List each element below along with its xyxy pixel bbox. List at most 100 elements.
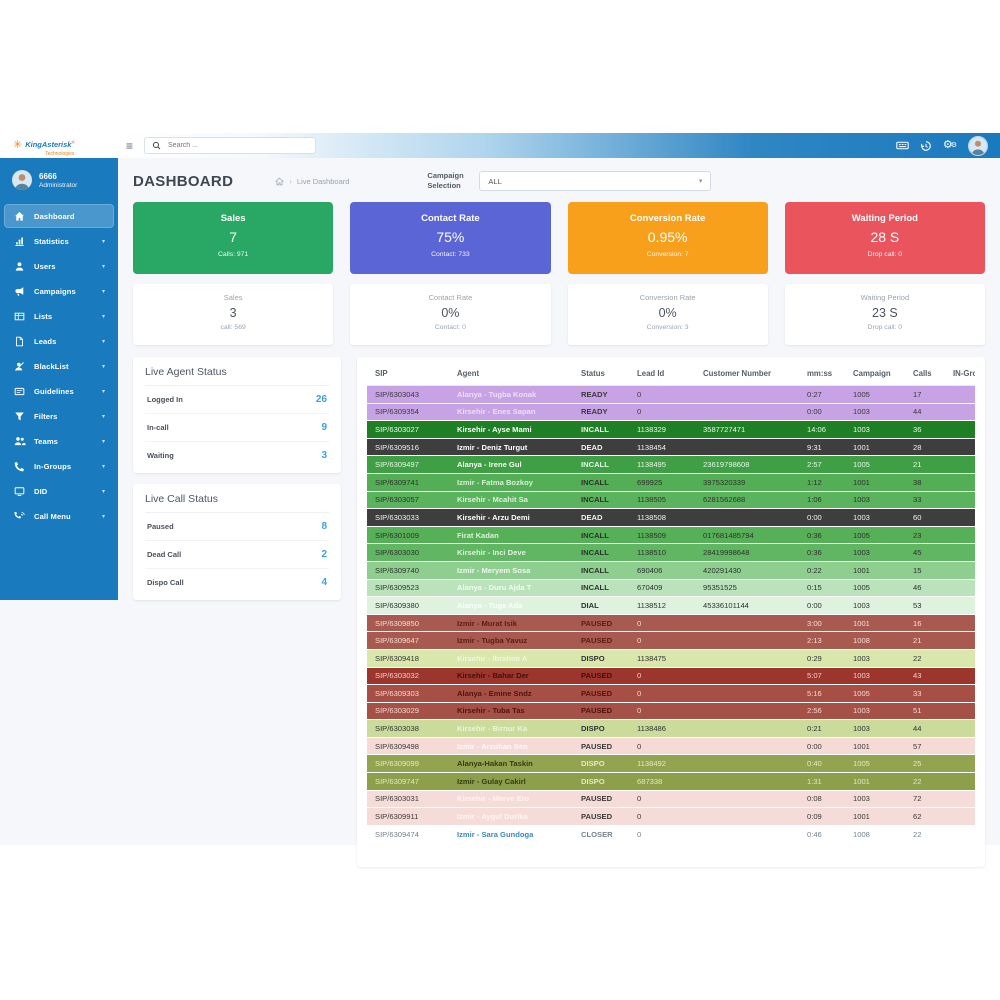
cell-status: READY (577, 407, 633, 416)
live-agent-status-panel: Live Agent Status Logged In 26 In-call 9… (133, 357, 341, 473)
cell-calls: 62 (909, 812, 949, 821)
cell-sip: SIP/6303030 (367, 548, 453, 557)
main-content: DASHBOARD › Live Dashboard Campaign Sele… (118, 158, 1000, 867)
app-window: ✳ KingAsterisk® Technologies ≡ (0, 133, 1000, 845)
cell-sip: SIP/6303033 (367, 513, 453, 522)
table-row[interactable]: SIP/6309418 Kirsehir - Ibrahim A DISPO 1… (367, 650, 975, 668)
cell-lead-id: 0 (633, 619, 699, 628)
history-icon[interactable] (920, 140, 932, 152)
cell-sip: SIP/6309474 (367, 830, 453, 839)
table-row[interactable]: SIP/6309303 Alanya - Emine Sndz PAUSED 0… (367, 685, 975, 703)
app-body: 6666 Administrator Dashboard Statistics … (0, 158, 1000, 845)
table-row[interactable]: SIP/6309747 Izmir - Gulay Cakirl DISPO 6… (367, 773, 975, 791)
hamburger-icon[interactable]: ≡ (126, 140, 133, 152)
chevron-down-icon: ▾ (102, 238, 105, 245)
table-row[interactable]: SIP/6309911 Izmir - Aygul Durlka PAUSED … (367, 808, 975, 826)
table-row[interactable]: SIP/6309741 Izmir - Fatma Bozkoy INCALL … (367, 474, 975, 492)
table-row[interactable]: SIP/6303031 Kirsehir - Merve Ero PAUSED … (367, 791, 975, 809)
settings-icon[interactable]: ⚙⚙ (943, 140, 957, 151)
table-row[interactable]: SIP/6309740 Izmir - Meryem Sosa INCALL 6… (367, 562, 975, 580)
cell-campaign: 1005 (849, 759, 909, 768)
table-row[interactable]: SIP/6303043 Alanya - Tugba Konak READY 0… (367, 386, 975, 404)
live-call-status-panel: Live Call Status Paused 8 Dead Call 2 Di… (133, 484, 341, 600)
cell-calls: 45 (909, 548, 949, 557)
cell-campaign: 1003 (849, 654, 909, 663)
table-row[interactable]: SIP/6309523 Alanya - Duru Ajda T INCALL … (367, 580, 975, 598)
table-row[interactable]: SIP/6309099 Alanya-Hakan Taskin DISPO 11… (367, 755, 975, 773)
table-row[interactable]: SIP/6303029 Kirsehir - Tuba Tas PAUSED 0… (367, 703, 975, 721)
table-row[interactable]: SIP/6303027 Kirsehir - Ayse Mami INCALL … (367, 421, 975, 439)
cell-campaign: 1003 (849, 794, 909, 803)
stat-card: Waiting Period 28 S Drop call: 0 (785, 202, 985, 274)
table-row[interactable]: SIP/6309354 Kirsehir - Enes Sapan READY … (367, 404, 975, 422)
cell-agent: Izmir - Gulay Cakirl (453, 777, 577, 786)
table-row[interactable]: SIP/6303030 Kirsehir - Inci Deve INCALL … (367, 544, 975, 562)
table-row[interactable]: SIP/6309380 Alanya - Tuga Ada DIAL 11385… (367, 597, 975, 615)
sidebar-item[interactable]: Users ▾ (4, 254, 114, 278)
cell-lead-id: 0 (633, 689, 699, 698)
table-row[interactable]: SIP/6303057 Kirsehir - Mcahit Sa INCALL … (367, 492, 975, 510)
sidebar-item[interactable]: DID ▾ (4, 479, 114, 503)
cell-time: 0:00 (803, 601, 849, 610)
panel-row: Logged In 26 (145, 386, 329, 414)
cell-campaign: 1005 (849, 583, 909, 592)
sidebar-item[interactable]: Campaigns ▾ (4, 279, 114, 303)
sidebar-item[interactable]: BlackList ▾ (4, 354, 114, 378)
cell-sip: SIP/6309647 (367, 636, 453, 645)
table-row[interactable]: SIP/6309647 Izmir - Tugba Yavuz PAUSED 0… (367, 632, 975, 650)
table-row[interactable]: SIP/6309516 Izmir - Deniz Turgut DEAD 11… (367, 439, 975, 457)
table-row[interactable]: SIP/6309497 Alanya - Irene Gul INCALL 11… (367, 456, 975, 474)
sidebar-user[interactable]: 6666 Administrator (0, 158, 118, 199)
cell-status: INCALL (577, 583, 633, 592)
table-row[interactable]: SIP/6309850 Izmir - Murat Isik PAUSED 0 … (367, 615, 975, 633)
topbar-avatar[interactable] (968, 136, 988, 156)
home-icon[interactable] (275, 177, 284, 186)
brand-logo[interactable]: ✳ KingAsterisk® Technologies (0, 133, 118, 158)
cell-time: 0:22 (803, 566, 849, 575)
sidebar-item[interactable]: Teams ▾ (4, 429, 114, 453)
chevron-down-icon: ▾ (102, 388, 105, 395)
cell-campaign: 1003 (849, 548, 909, 557)
brand-name: KingAsterisk® (25, 140, 74, 149)
table-row[interactable]: SIP/6303032 Kirsehir - Bahar Der PAUSED … (367, 668, 975, 686)
campaign-select[interactable]: ALL ▾ (479, 171, 711, 191)
cell-customer-number: 6281562688 (699, 495, 803, 504)
table-row[interactable]: SIP/6303033 Kirsehir - Arzu Demi DEAD 11… (367, 509, 975, 527)
sidebar-item[interactable]: Lists ▾ (4, 304, 114, 328)
phone-icon (13, 461, 26, 472)
keyboard-icon[interactable] (896, 139, 909, 152)
sidebar-item[interactable]: Guidelines ▾ (4, 379, 114, 403)
search-box[interactable] (144, 137, 316, 154)
cell-calls: 22 (909, 777, 949, 786)
cell-lead-id: 0 (633, 671, 699, 680)
table-row[interactable]: SIP/6301009 Firat Kadan INCALL 1138509 0… (367, 527, 975, 545)
sidebar-item[interactable]: Statistics ▾ (4, 229, 114, 253)
breadcrumb-separator: › (289, 177, 292, 186)
sidebar-item[interactable]: In-Groups ▾ (4, 454, 114, 478)
sidebar-item[interactable]: Leads ▾ (4, 329, 114, 353)
cell-agent: Izmir - Deniz Turgut (453, 443, 577, 452)
breadcrumb: › Live Dashboard (275, 177, 349, 186)
cell-lead-id: 1138492 (633, 759, 699, 768)
panel-title: Live Call Status (145, 493, 329, 513)
cell-campaign: 1008 (849, 636, 909, 645)
cell-calls: 46 (909, 583, 949, 592)
search-input[interactable] (166, 141, 308, 150)
cell-campaign: 1001 (849, 566, 909, 575)
cell-campaign: 1003 (849, 706, 909, 715)
cell-campaign: 1003 (849, 671, 909, 680)
sidebar-item[interactable]: Dashboard (4, 204, 114, 228)
cell-sip: SIP/6309099 (367, 759, 453, 768)
cell-customer-number: 3975320339 (699, 478, 803, 487)
cell-status: PAUSED (577, 671, 633, 680)
table-row[interactable]: SIP/6303038 Kirsehir - Birnur Ka DISPO 1… (367, 720, 975, 738)
table-row[interactable]: SIP/6309474 Izmir - Sara Gundoga CLOSER … (367, 826, 975, 844)
cell-sip: SIP/6303038 (367, 724, 453, 733)
cell-time: 0:40 (803, 759, 849, 768)
cell-status: PAUSED (577, 742, 633, 751)
chevron-down-icon: ▾ (102, 313, 105, 320)
table-row[interactable]: SIP/6309498 Izmir - Arzuhan Sen PAUSED 0… (367, 738, 975, 756)
sidebar-item[interactable]: Filters ▾ (4, 404, 114, 428)
sidebar-item[interactable]: Call Menu ▾ (4, 504, 114, 528)
cell-agent: Kirsehir - Ayse Mami (453, 425, 577, 434)
